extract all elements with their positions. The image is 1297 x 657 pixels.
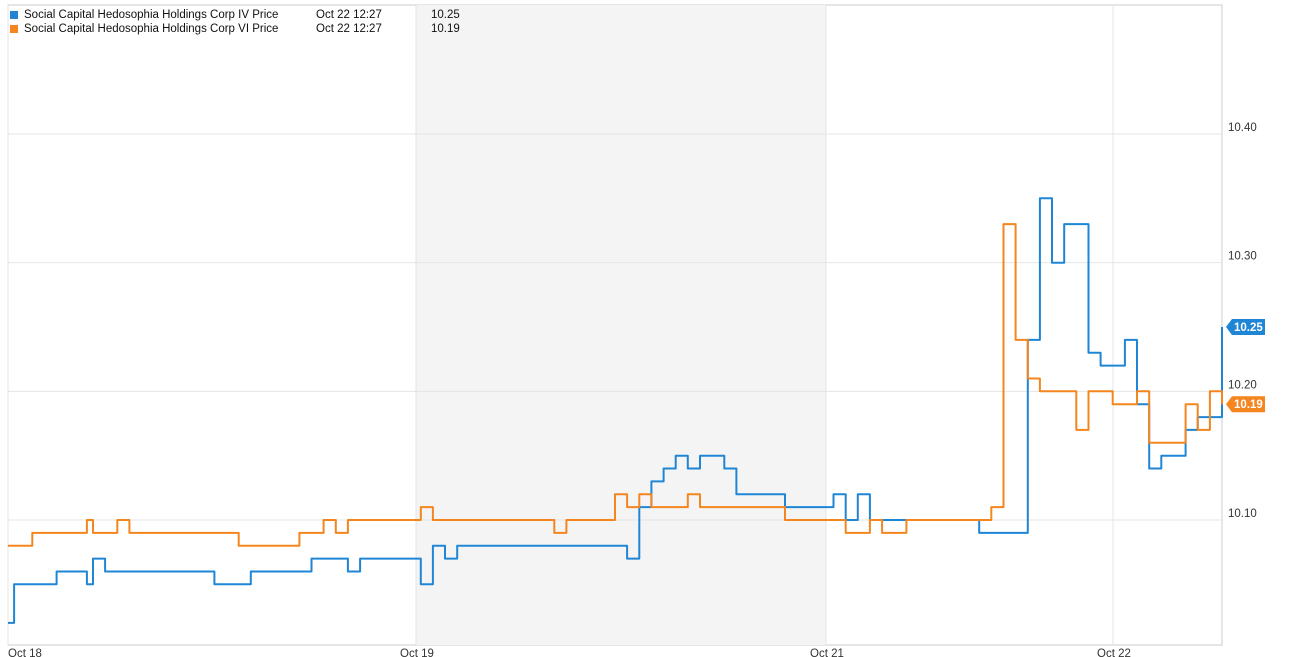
series-color-swatch [10,25,18,33]
x-tick-label: Oct 22 [1097,648,1131,657]
x-tick-label: Oct 19 [400,648,434,657]
y-tick-label: 10.40 [1228,122,1257,134]
end-value-label: 10.25 [1234,322,1263,334]
y-tick-label: 10.10 [1228,508,1257,520]
legend-entry-vi: Social Capital Hedosophia Holdings Corp … [10,22,460,36]
shaded-band [416,5,826,645]
legend: Social Capital Hedosophia Holdings Corp … [10,8,460,36]
legend-timestamp: Oct 22 12:27 [316,23,382,35]
end-value-label: 10.19 [1234,399,1263,411]
x-tick-label: Oct 18 [8,648,42,657]
y-tick-label: 10.30 [1228,251,1257,263]
x-tick-label: Oct 21 [810,648,844,657]
end-labels: 10.25 10.19 [1226,319,1265,413]
legend-value: 10.25 [431,9,460,21]
legend-value: 10.19 [431,23,460,35]
legend-timestamp: Oct 22 12:27 [316,9,382,21]
legend-entry-iv: Social Capital Hedosophia Holdings Corp … [10,8,460,22]
price-chart: 10.10 10.20 10.30 10.40 Oct 18 Oct 19 Oct 21 Oc… [7,4,1265,657]
y-tick-label: 10.20 [1228,379,1257,391]
legend-series-name: Social Capital Hedosophia Holdings Corp … [24,23,279,35]
series-color-swatch [10,11,18,19]
legend-series-name: Social Capital Hedosophia Holdings Corp … [24,9,279,21]
